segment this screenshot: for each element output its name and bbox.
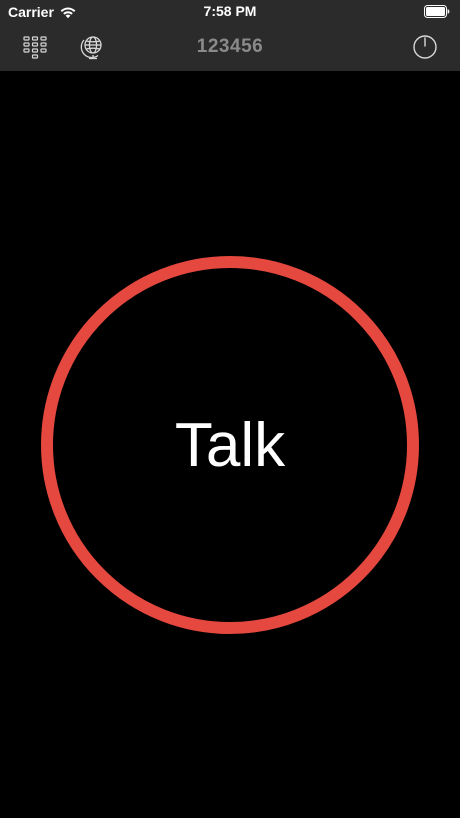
status-time: 7:58 PM — [203, 3, 257, 19]
power-icon[interactable] — [412, 34, 438, 60]
status-bar: Carrier 7:58 PM — [0, 0, 460, 24]
toolbar: 123456 — [0, 24, 460, 71]
battery-full-icon — [424, 5, 450, 18]
call-number-title: 123456 — [196, 36, 264, 57]
main-area: Talk — [0, 71, 460, 818]
talk-button[interactable]: Talk — [41, 256, 419, 634]
talk-label: Talk — [174, 410, 286, 480]
